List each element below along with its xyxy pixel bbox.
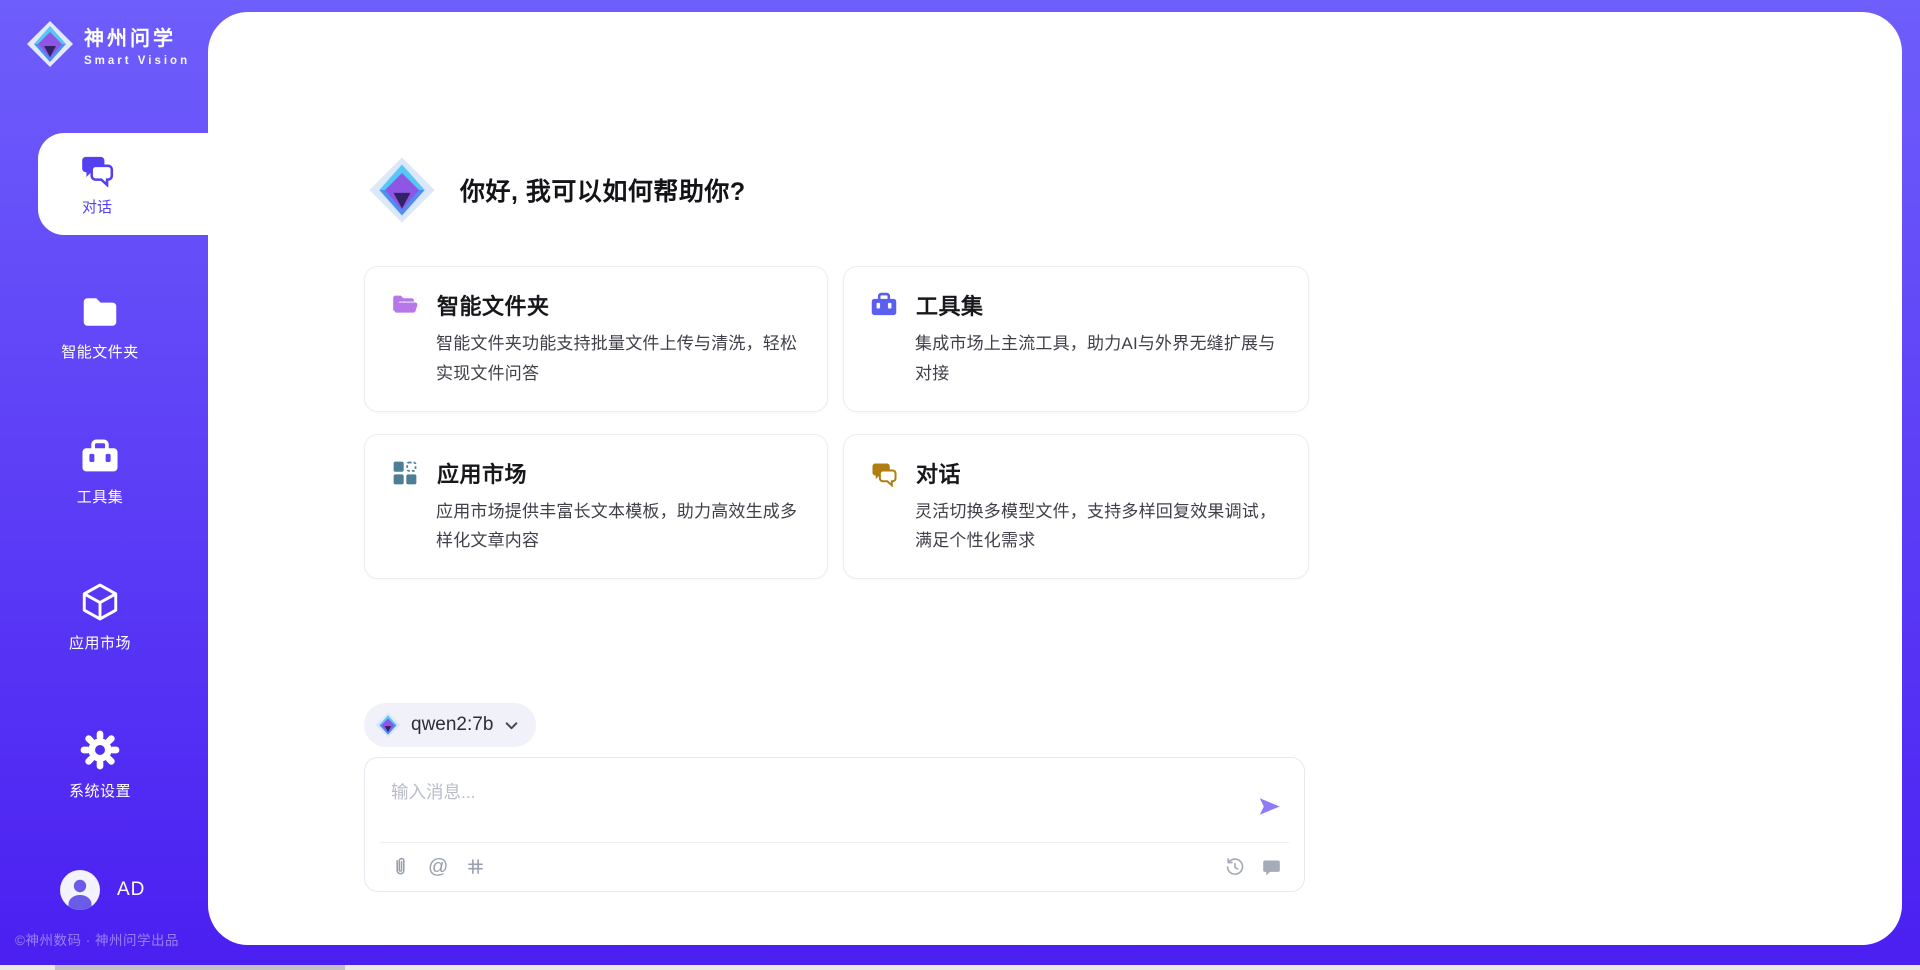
copyright-text: ©神州数码 · 神州问学出品 [15,929,179,949]
sidebar-item-label: 对话 [82,196,112,217]
user-profile[interactable]: AD [60,870,145,910]
brand-subtitle: Smart Vision [84,55,190,67]
card-description: 集成市场上主流工具，助力AI与外界无缝扩展与对接 [915,329,1282,389]
card-toolset[interactable]: 工具集 集成市场上主流工具，助力AI与外界无缝扩展与对接 [843,266,1309,412]
sidebar-item-label: 系统设置 [69,780,131,801]
user-name: AD [117,879,145,901]
chat-bubbles-icon [79,151,115,187]
sidebar-item-app-market[interactable]: 应用市场 [0,581,200,653]
composer-right-tools [1224,856,1282,878]
chevron-down-icon [503,717,520,734]
attachment-icon[interactable] [390,855,411,878]
tab-concave-corner-bottom [156,235,208,283]
card-title: 智能文件夹 [437,289,550,321]
greeting-hero: 你好, 我可以如何帮助你? [368,156,746,224]
chat-bubbles-icon [870,459,898,487]
brand-logo: 神州问学 Smart Vision [26,20,190,68]
horizontal-scrollbar[interactable] [0,965,1920,970]
card-description: 智能文件夹功能支持批量文件上传与清洗，轻松实现文件问答 [436,329,801,389]
grid-icon [391,459,419,487]
open-folder-icon [391,291,419,319]
message-input[interactable] [391,778,1191,806]
cube-icon [79,581,121,623]
toolbox-icon [80,437,120,477]
sidebar-item-smart-folder[interactable]: 智能文件夹 [0,292,200,362]
sidebar-item-label: 工具集 [77,486,124,507]
tab-concave-corner-top [156,86,208,134]
sidebar-item-label: 智能文件夹 [61,341,139,362]
card-app-market[interactable]: 应用市场 应用市场提供丰富长文本模板，助力高效生成多样化文章内容 [364,434,828,580]
hash-icon[interactable] [465,856,486,877]
card-title: 工具集 [916,289,984,321]
composer-left-tools: @ [390,855,486,878]
brand-diamond-icon [375,712,401,738]
feature-cards: 智能文件夹 智能文件夹功能支持批量文件上传与清洗，轻松实现文件问答 工具集 集成… [364,266,1309,579]
sidebar-item-chat[interactable]: 对话 [38,133,208,235]
message-icon[interactable] [1261,857,1282,878]
brand-diamond-icon [368,156,436,224]
sidebar-item-settings[interactable]: 系统设置 [0,729,200,801]
gear-icon [79,729,121,771]
model-selector[interactable]: qwen2:7b [364,703,536,747]
brand-text: 神州问学 Smart Vision [84,22,190,67]
card-chat[interactable]: 对话 灵活切换多模型文件，支持多样回复效果调试，满足个性化需求 [843,434,1309,580]
send-icon [1257,794,1282,819]
card-smart-folder[interactable]: 智能文件夹 智能文件夹功能支持批量文件上传与清洗，轻松实现文件问答 [364,266,828,412]
card-title: 应用市场 [437,457,527,489]
card-description: 应用市场提供丰富长文本模板，助力高效生成多样化文章内容 [436,497,801,557]
mention-icon[interactable]: @ [428,857,448,877]
send-button[interactable] [1257,794,1282,819]
sidebar-item-label: 应用市场 [69,632,131,653]
history-icon[interactable] [1224,856,1246,878]
model-name: qwen2:7b [411,714,493,736]
brand-diamond-icon [26,20,74,68]
greeting-title: 你好, 我可以如何帮助你? [460,172,746,208]
composer-divider [380,842,1289,843]
sidebar-item-toolset[interactable]: 工具集 [0,437,200,507]
toolbox-icon [870,291,898,319]
app-root: 神州问学 Smart Vision 对话 智能文件夹 工具集 [0,0,1920,970]
card-title: 对话 [916,457,961,489]
card-description: 灵活切换多模型文件，支持多样回复效果调试，满足个性化需求 [915,497,1282,557]
folder-icon [80,292,120,332]
user-avatar-icon [60,870,100,910]
scrollbar-thumb[interactable] [55,965,345,970]
brand-name: 神州问学 [84,22,190,51]
message-composer: @ [364,757,1305,892]
